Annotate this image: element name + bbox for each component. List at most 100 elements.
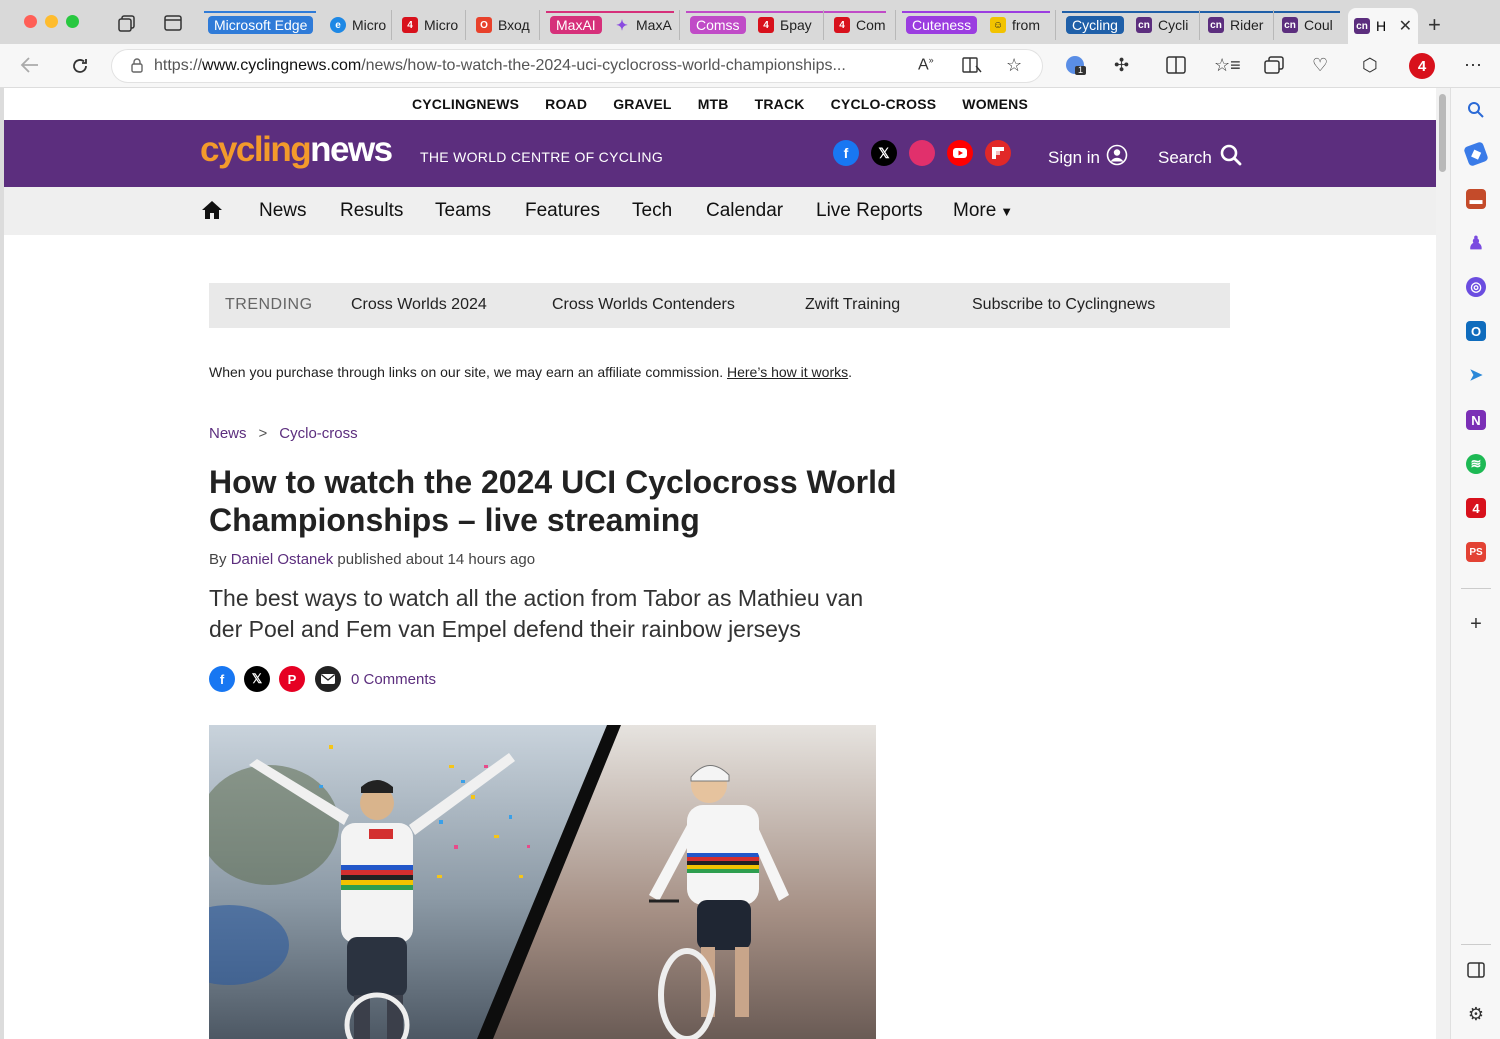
tab-group-maxai[interactable]: MaxAI <box>546 10 606 40</box>
tab-group-microsoft-edge[interactable]: Microsoft Edge <box>204 10 317 40</box>
trending-item[interactable]: Subscribe to Cyclingnews <box>972 296 1155 314</box>
trending-item[interactable]: Cross Worlds 2024 <box>351 296 487 314</box>
hide-sidebar-icon[interactable] <box>1466 960 1486 980</box>
split-screen-icon[interactable] <box>1166 56 1186 77</box>
published-time: published about 14 hours ago <box>333 551 536 568</box>
youtube-icon[interactable] <box>947 140 973 166</box>
tab-coul[interactable]: cn Coul <box>1278 10 1344 40</box>
tab-group-comss[interactable]: Comss <box>686 10 750 40</box>
topnav-cyclo-cross[interactable]: CYCLO-CROSS <box>831 96 937 112</box>
topnav-womens[interactable]: WOMENS <box>962 96 1028 112</box>
site-logo[interactable]: cyclingnews <box>200 132 393 167</box>
close-tab-icon[interactable]: ✕ <box>1399 16 1412 36</box>
spotify-icon[interactable]: ≋ <box>1466 454 1486 474</box>
topnav-cyclingnews[interactable]: CYCLINGNEWS <box>412 96 519 112</box>
extensions-puzzle-icon[interactable]: ✣ <box>1114 56 1129 74</box>
games-icon[interactable]: ♟ <box>1466 233 1486 253</box>
nav-more[interactable]: More ▼ <box>953 200 1013 222</box>
extension-translate-icon[interactable]: 1 <box>1066 56 1087 77</box>
tab-label: Micro <box>352 17 387 33</box>
topnav-track[interactable]: TRACK <box>755 96 805 112</box>
share-facebook-icon[interactable]: f <box>209 666 235 692</box>
copilot-icon[interactable]: ⬡ <box>1362 56 1378 74</box>
tab-maxa[interactable]: ✦ MaxA <box>610 10 680 40</box>
trending-item[interactable]: Cross Worlds Contenders <box>552 296 735 314</box>
share-x-icon[interactable]: 𝕏 <box>244 666 270 692</box>
add-sidebar-app-icon[interactable]: + <box>1466 613 1486 635</box>
page-scrollbar[interactable] <box>1436 88 1450 1039</box>
shopping-tag-icon[interactable]: ◆ <box>1463 141 1489 167</box>
collections-icon[interactable] <box>1264 56 1284 77</box>
onenote-icon[interactable]: N <box>1466 410 1486 430</box>
share-pinterest-icon[interactable]: P <box>279 666 305 692</box>
refresh-icon[interactable] <box>70 56 90 79</box>
topnav-gravel[interactable]: GRAVEL <box>613 96 672 112</box>
more-menu-icon[interactable]: ⋯ <box>1464 56 1482 74</box>
nav-calendar[interactable]: Calendar <box>706 200 783 222</box>
comments-link[interactable]: 0 Comments <box>351 671 436 688</box>
news-site-icon[interactable]: 4 <box>1466 498 1486 518</box>
tab-label: Брау <box>780 17 812 33</box>
workspaces-icon[interactable] <box>118 14 138 36</box>
tab-vhod[interactable]: O Вход <box>472 10 540 40</box>
search-icon[interactable] <box>1466 100 1486 120</box>
microsoft-365-icon[interactable]: ◎ <box>1466 277 1486 297</box>
browser-health-icon[interactable]: ♡ <box>1312 56 1328 74</box>
tab-rider[interactable]: cn Rider <box>1204 10 1274 40</box>
share-email-icon[interactable] <box>315 666 341 692</box>
nav-features[interactable]: Features <box>525 200 600 222</box>
affiliate-disclosure: When you purchase through links on our s… <box>209 364 852 380</box>
outlook-icon[interactable]: O <box>1466 321 1486 341</box>
topnav-road[interactable]: ROAD <box>545 96 587 112</box>
back-arrow-icon[interactable] <box>20 56 40 77</box>
nav-live-reports[interactable]: Live Reports <box>816 200 923 222</box>
sign-in-link[interactable]: Sign in <box>1048 144 1128 171</box>
settings-gear-icon[interactable]: ⚙ <box>1466 1004 1486 1024</box>
breadcrumb-news[interactable]: News <box>209 425 247 442</box>
read-aloud-icon[interactable]: A» <box>918 56 934 73</box>
nav-tech[interactable]: Tech <box>632 200 672 222</box>
byline-prefix: By <box>209 551 231 568</box>
immersive-reader-icon[interactable] <box>962 56 982 77</box>
nav-results[interactable]: Results <box>340 200 403 222</box>
profile-avatar[interactable]: 4 <box>1409 53 1435 79</box>
trending-bar: TRENDING Cross Worlds 2024 Cross Worlds … <box>209 283 1230 328</box>
nav-teams[interactable]: Teams <box>435 200 491 222</box>
tab-group-cycling[interactable]: Cycling <box>1062 10 1128 40</box>
emoji-icon: ☺ <box>990 17 1006 33</box>
tab-brau[interactable]: 4 Брау <box>754 10 824 40</box>
trending-item[interactable]: Zwift Training <box>805 296 900 314</box>
url-domain: www.cyclingnews.com <box>202 57 362 74</box>
instagram-icon[interactable] <box>909 140 935 166</box>
new-tab-icon[interactable]: + <box>1428 14 1441 36</box>
header-search-button[interactable]: Search <box>1158 144 1242 171</box>
address-bar[interactable]: https://www.cyclingnews.com/news/how-to-… <box>112 50 1042 82</box>
home-icon[interactable] <box>201 200 223 225</box>
nav-news[interactable]: News <box>259 200 307 222</box>
breadcrumb-cyclo-cross[interactable]: Cyclo-cross <box>279 425 357 442</box>
tab-micro-2[interactable]: 4 Micro <box>398 10 466 40</box>
tab-active[interactable]: cn H ✕ <box>1348 8 1418 44</box>
breadcrumb: News > Cyclo-cross <box>209 425 358 442</box>
favorites-list-icon[interactable]: ☆≡ <box>1214 56 1241 74</box>
vertical-tabs-icon[interactable] <box>164 15 182 35</box>
close-window-button[interactable] <box>24 15 37 28</box>
tab-com[interactable]: 4 Com <box>830 10 896 40</box>
tab-group-cuteness[interactable]: Cuteness <box>902 10 981 40</box>
drop-send-icon[interactable]: ➤ <box>1466 365 1486 385</box>
procyclingstats-icon[interactable]: PS <box>1466 542 1486 562</box>
tab-cycli[interactable]: cn Cycli <box>1132 10 1200 40</box>
scrollbar-thumb[interactable] <box>1439 94 1446 172</box>
tab-micro-1[interactable]: e Micro <box>326 10 392 40</box>
tools-briefcase-icon[interactable]: ▬ <box>1466 189 1486 209</box>
topnav-mtb[interactable]: MTB <box>698 96 729 112</box>
facebook-icon[interactable]: f <box>833 140 859 166</box>
maximize-window-button[interactable] <box>66 15 79 28</box>
tab-from[interactable]: ☺ from <box>986 10 1056 40</box>
author-link[interactable]: Daniel Ostanek <box>231 551 334 568</box>
x-twitter-icon[interactable]: 𝕏 <box>871 140 897 166</box>
affiliate-how-it-works-link[interactable]: Here’s how it works <box>727 364 848 380</box>
flipboard-icon[interactable] <box>985 140 1011 166</box>
minimize-window-button[interactable] <box>45 15 58 28</box>
favorite-star-icon[interactable]: ☆ <box>1006 56 1022 74</box>
